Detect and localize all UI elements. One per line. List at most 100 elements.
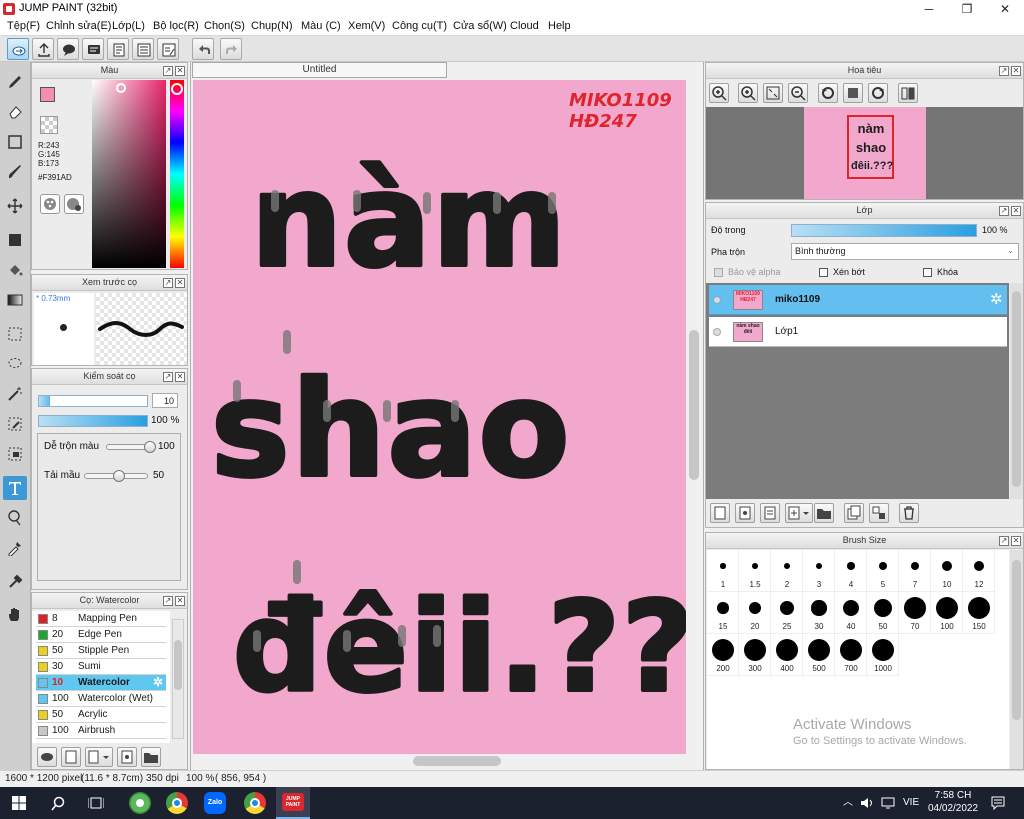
cloud-sync-button[interactable] (7, 38, 29, 60)
brush-size-scroll-thumb[interactable] (1012, 560, 1021, 720)
brush-size-cell[interactable]: 20 (739, 592, 771, 634)
rect-fill-tool[interactable] (3, 228, 27, 252)
brush-size-cell[interactable]: 1.5 (739, 550, 771, 592)
chrome-icon[interactable] (166, 792, 188, 814)
chevron-up-icon[interactable]: ︿ (843, 797, 853, 809)
message-button[interactable] (82, 38, 104, 60)
layer-blend-select[interactable]: Bình thường ⌄ (791, 243, 1019, 260)
palette-settings-button[interactable] (64, 194, 84, 214)
new-folder-button[interactable] (814, 503, 834, 523)
brush-list-item[interactable]: 10 Watercolor ✲ (36, 675, 166, 691)
menu-edit[interactable]: Chỉnh sửa(E) (46, 20, 111, 32)
close-button[interactable]: ✕ (986, 0, 1024, 18)
brush-size-cell[interactable]: 12 (963, 550, 995, 592)
add-layer-menu-button[interactable] (785, 503, 813, 523)
sv-picker-cursor[interactable] (116, 83, 126, 93)
brush-size-cell[interactable]: 50 (867, 592, 899, 634)
brush-menu-button[interactable] (85, 747, 113, 767)
brush-size-cell[interactable]: 40 (835, 592, 867, 634)
edit-list-button[interactable] (157, 38, 179, 60)
brush-list-item[interactable]: 50 Stipple Pen (36, 643, 166, 659)
layer-scroll-thumb[interactable] (1012, 291, 1021, 487)
hand-tool[interactable] (3, 602, 27, 626)
panel-float-icon[interactable]: ↗ (999, 66, 1009, 76)
document-button[interactable] (107, 38, 129, 60)
rotate-reset-button[interactable] (843, 83, 863, 103)
menu-color[interactable]: Màu (C) (301, 20, 341, 32)
zoom-plus-button[interactable] (738, 83, 758, 103)
brush-size-cell[interactable]: 5 (867, 550, 899, 592)
menu-cloud[interactable]: Cloud (510, 20, 539, 32)
brush-size-cell[interactable]: 1 (707, 550, 739, 592)
menu-window[interactable]: Cửa sổ(W) (453, 20, 507, 32)
list-button[interactable] (132, 38, 154, 60)
app-icon-green[interactable] (129, 792, 151, 814)
brush-folder-button[interactable] (141, 747, 161, 767)
panel-float-icon[interactable]: ↗ (163, 372, 173, 382)
eyedropper-tool[interactable] (3, 536, 27, 560)
brush-list-item[interactable]: 100 Airbrush (36, 723, 166, 739)
canvas-vscroll-thumb[interactable] (689, 330, 699, 480)
brush-size-cell[interactable]: 200 (707, 634, 739, 676)
clipping-checkbox[interactable] (819, 268, 828, 277)
transparent-swatch[interactable] (40, 116, 58, 134)
layer-list-scrollbar[interactable] (1010, 283, 1023, 499)
flip-button[interactable] (898, 83, 918, 103)
brush-size-input[interactable]: 10 (152, 393, 178, 408)
delete-layer-button[interactable] (899, 503, 919, 523)
brush-list-item[interactable]: 100 Watercolor (Wet) (36, 691, 166, 707)
brush-list-scroll-thumb[interactable] (174, 640, 182, 690)
merge-layer-button[interactable] (869, 503, 889, 523)
menu-capture[interactable]: Chụp(N) (251, 20, 293, 32)
lock-checkbox[interactable] (923, 268, 932, 277)
brush-tool[interactable] (3, 160, 27, 184)
panel-float-icon[interactable]: ↗ (163, 66, 173, 76)
new-8bit-layer-button[interactable] (760, 503, 780, 523)
panel-close-icon[interactable]: ✕ (175, 66, 185, 76)
panel-close-icon[interactable]: ✕ (1011, 206, 1021, 216)
menu-tools[interactable]: Công cụ(T) (392, 20, 447, 32)
layer-row-selected[interactable]: MIKO1109 HĐ247 miko1109 ✲ (709, 285, 1007, 315)
brush-size-bar[interactable] (38, 395, 148, 407)
brush-size-cell[interactable]: 100 (931, 592, 963, 634)
palette-button[interactable] (40, 194, 60, 214)
canvas-hscroll-thumb[interactable] (413, 756, 501, 766)
menu-layer[interactable]: Lớp(L) (112, 20, 145, 32)
menu-select[interactable]: Chọn(S) (204, 20, 245, 32)
brush-size-cell[interactable]: 300 (739, 634, 771, 676)
zoom-in-button[interactable] (709, 83, 729, 103)
pen-tool[interactable] (3, 70, 27, 94)
layer-opacity-bar[interactable] (791, 224, 977, 237)
navigator-viewport[interactable]: nàm shao đêii.??? (706, 107, 1023, 199)
hue-slider[interactable] (170, 80, 184, 268)
layer-row[interactable]: nàm shao đêii Lớp1 (709, 317, 1007, 347)
panel-float-icon[interactable]: ↗ (163, 596, 173, 606)
brush-size-cell[interactable]: 30 (803, 592, 835, 634)
blend-slider-knob[interactable] (144, 441, 156, 453)
new-layer-button[interactable] (710, 503, 730, 523)
canvas-page[interactable]: MIKO1109 HĐ247 nàm shao đêii.??? (193, 80, 686, 754)
protect-alpha-checkbox[interactable] (714, 268, 723, 277)
brush-size-cell[interactable]: 7 (899, 550, 931, 592)
new-halftone-layer-button[interactable] (735, 503, 755, 523)
speaker-icon[interactable] (860, 797, 874, 809)
brush-cloud-button[interactable] (37, 747, 57, 767)
zalo-icon[interactable]: Zalo (204, 792, 226, 814)
ink-slider-knob[interactable] (113, 470, 125, 482)
brush-opacity-bar[interactable] (38, 415, 148, 427)
rect-select-tool[interactable] (3, 322, 27, 346)
menu-view[interactable]: Xem(V) (348, 20, 385, 32)
panel-close-icon[interactable]: ✕ (1011, 66, 1021, 76)
brush-size-cell[interactable]: 2 (771, 550, 803, 592)
text-tool[interactable] (3, 476, 27, 500)
search-icon[interactable] (51, 796, 66, 811)
layer-visibility-icon[interactable] (713, 328, 721, 336)
hue-slider-knob[interactable] (171, 83, 183, 95)
menu-filter[interactable]: Bộ lọc(R) (153, 20, 199, 32)
panel-close-icon[interactable]: ✕ (175, 596, 185, 606)
brush-settings-gear-icon[interactable]: ✲ (153, 675, 163, 690)
maximize-button[interactable]: ❐ (948, 0, 986, 18)
move-tool[interactable] (3, 194, 27, 218)
select-eraser-tool[interactable] (3, 442, 27, 466)
canvas-vertical-scrollbar[interactable] (687, 80, 701, 754)
